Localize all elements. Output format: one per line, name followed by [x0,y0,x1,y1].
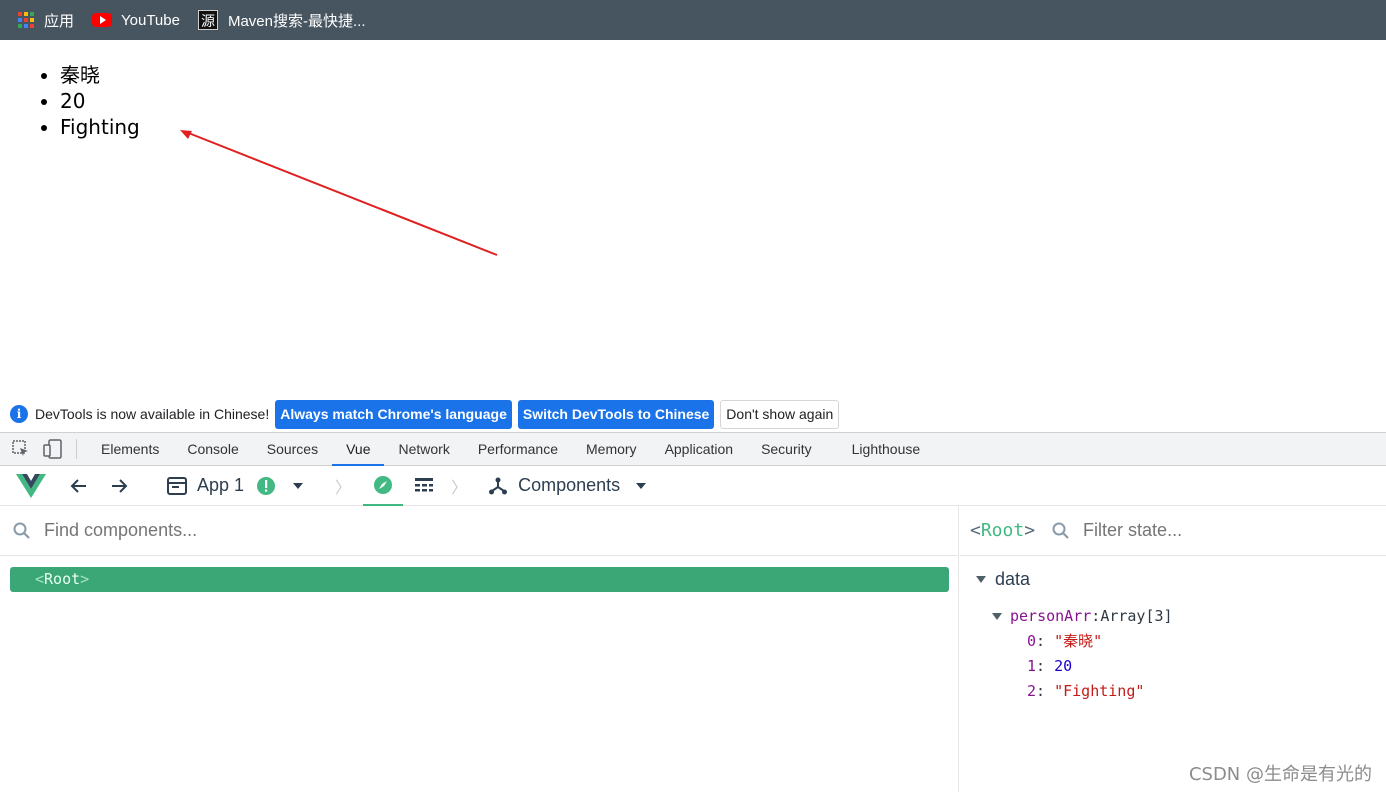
prop-row-personArr[interactable]: personArr: Array[3] [992,604,1386,629]
tab-elements[interactable]: Elements [87,433,173,466]
tab-performance[interactable]: Performance [464,433,572,466]
watermark: CSDN @生命是有光的 [1188,764,1372,785]
selected-component-label: <Root> [970,520,1036,541]
infobar-message: DevTools is now available in Chinese! [35,406,270,422]
array-index: 0 [1027,632,1037,650]
timeline-view-icon[interactable] [413,475,435,497]
filter-state-input[interactable] [1081,519,1336,542]
array-item[interactable]: 1: 20 [1027,654,1386,679]
search-icon [13,522,30,539]
bookmark-apps[interactable]: 应用 [0,0,84,40]
back-arrow-icon[interactable] [68,475,90,497]
compass-icon [374,475,393,494]
tab-memory[interactable]: Memory [572,433,651,466]
bookmarks-bar: 应用 YouTube 源 Maven搜索-最快捷... [0,0,1386,40]
chevron-right-icon: 〉 [451,479,468,497]
annotation-arrow [180,130,498,256]
tab-application[interactable]: Application [651,433,748,466]
youtube-icon [92,13,113,27]
tab-network[interactable]: Network [384,433,463,466]
array-value: 20 [1054,657,1073,675]
component-name: Root [44,570,81,588]
devtools-tab-bar: Elements Console Sources Vue Network Per… [0,432,1386,466]
chevron-right-icon: 〉 [335,479,352,497]
device-toolbar-icon[interactable] [42,438,64,460]
vue-toolbar: App 1 〉 〉 Components [0,466,1386,506]
divider [76,439,77,459]
dont-show-again-button[interactable]: Don't show again [720,399,840,429]
app-badge-icon [255,475,277,497]
bookmark-label: YouTube [121,11,180,29]
forward-arrow-icon[interactable] [108,475,130,497]
view-selector-label[interactable]: Components [518,475,620,496]
tab-console[interactable]: Console [173,433,252,466]
bookmark-label: 应用 [44,12,75,30]
info-icon: i [10,405,28,423]
component-tree-panel: <Root> [0,506,959,792]
expand-triangle-icon [992,613,1002,620]
inspector-header: <Root> [960,506,1386,556]
view-dropdown-icon[interactable] [630,475,652,497]
apps-grid-icon [18,12,34,28]
array-index: 1 [1027,657,1037,675]
components-view-button[interactable] [363,466,404,506]
inspect-element-icon[interactable] [10,438,32,460]
app-dropdown-icon[interactable] [287,475,309,497]
source-icon: 源 [197,10,218,30]
array-item[interactable]: 2: "Fighting" [1027,679,1386,704]
find-components-row [0,506,958,556]
bookmark-maven[interactable]: 源 Maven搜索-最快捷... [197,0,376,40]
switch-to-chinese-button[interactable]: Switch DevTools to Chinese [517,399,715,429]
tab-lighthouse[interactable]: Lighthouse [838,433,935,466]
bookmark-youtube[interactable]: YouTube [92,0,190,40]
prop-key: personArr [1010,607,1092,625]
prop-type: Array[3] [1100,607,1173,625]
array-value: "Fighting" [1054,682,1145,700]
component-tree-icon [487,475,509,497]
bookmark-label: Maven搜索-最快捷... [227,12,366,30]
search-icon [1052,522,1069,539]
tree-node-root[interactable]: <Root> [10,567,949,592]
devtools-infobar: i DevTools is now available in Chinese! … [0,396,1386,432]
array-value: "秦晓" [1054,632,1103,650]
data-section-label: data [995,568,1031,589]
data-section-toggle[interactable]: data [976,566,1386,592]
selected-component-name: Root [980,520,1025,541]
array-index: 2 [1027,682,1037,700]
always-match-language-button[interactable]: Always match Chrome's language [275,399,512,429]
app-window-icon [166,475,188,497]
tab-vue[interactable]: Vue [332,433,385,466]
array-item[interactable]: 0: "秦晓" [1027,629,1386,654]
tab-sources[interactable]: Sources [253,433,332,466]
state-inspector-panel: <Root> data personArr: Array[3] 0: "秦晓" … [960,506,1386,792]
vue-logo-icon [16,473,46,498]
find-components-input[interactable] [42,519,746,542]
expand-triangle-icon [976,575,986,583]
tab-security[interactable]: Security [747,433,826,466]
state-tree: data personArr: Array[3] 0: "秦晓" 1: 20 2… [960,566,1386,704]
app-selector-label[interactable]: App 1 [197,475,244,496]
